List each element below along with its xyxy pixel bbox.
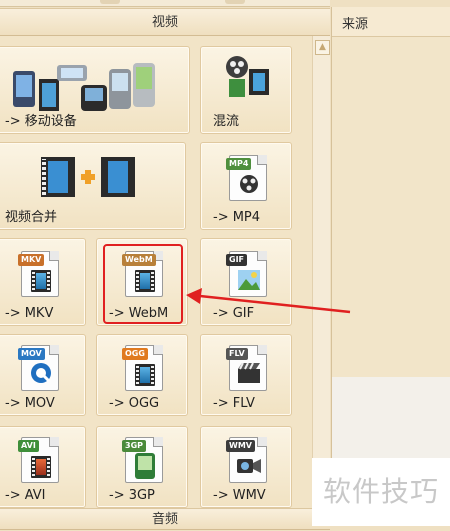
tile-avi[interactable]: AVI -> AVI: [0, 426, 86, 508]
file-icon: MKV: [18, 251, 59, 297]
format-badge: MKV: [18, 254, 45, 266]
tile-label: -> MKV: [5, 306, 54, 321]
toolbar-tab[interactable]: [225, 0, 245, 4]
file-icon: MP4: [226, 155, 267, 201]
file-icon: AVI: [18, 437, 59, 483]
tile-label: -> MP4: [213, 210, 261, 225]
scroll-up-icon[interactable]: ▲: [315, 40, 330, 55]
tile-ogg[interactable]: OGG -> OGG: [96, 334, 188, 416]
tile-label: -> AVI: [5, 488, 46, 503]
format-badge: MP4: [226, 158, 252, 170]
file-icon: GIF: [226, 251, 267, 297]
format-badge: 3GP: [122, 440, 146, 452]
film-plus-icon: [41, 157, 135, 197]
file-icon: FLV: [226, 345, 267, 391]
tile-label: -> 移动设备: [5, 114, 77, 129]
tile-mov[interactable]: MOV -> MOV: [0, 334, 86, 416]
format-badge: OGG: [122, 348, 148, 360]
tile-label: -> OGG: [109, 396, 160, 411]
audio-section-header[interactable]: 音频: [0, 508, 330, 530]
tile-wmv[interactable]: WMV -> WMV: [200, 426, 292, 508]
tile-label: -> GIF: [213, 306, 255, 321]
file-icon: 3GP: [122, 437, 163, 483]
tile-3gp[interactable]: 3GP -> 3GP: [96, 426, 188, 508]
film-reel-icon: [226, 56, 269, 97]
video-section-header[interactable]: 视频: [0, 8, 330, 36]
top-toolbar-strip: [0, 0, 330, 7]
tile-mkv[interactable]: MKV -> MKV: [0, 238, 86, 326]
file-icon: WMV: [226, 437, 267, 483]
tile-flv[interactable]: FLV -> FLV: [200, 334, 292, 416]
toolbar-tab[interactable]: [100, 0, 120, 4]
highlight-box-webm: [103, 244, 183, 324]
format-badge: WMV: [226, 440, 255, 452]
vertical-scrollbar[interactable]: ▲: [312, 36, 330, 512]
phone-icon: [13, 63, 155, 111]
format-badge: FLV: [226, 348, 248, 360]
file-icon: OGG: [122, 345, 163, 391]
tile-mobile-devices[interactable]: -> 移动设备: [0, 46, 190, 134]
format-badge: GIF: [226, 254, 248, 266]
tile-mux[interactable]: 混流: [200, 46, 292, 134]
source-panel: 来源: [331, 7, 450, 526]
tile-video-merge[interactable]: 视频合并: [0, 142, 186, 230]
tile-gif[interactable]: GIF -> GIF: [200, 238, 292, 326]
format-badge: MOV: [18, 348, 45, 360]
tile-mp4[interactable]: MP4 -> MP4: [200, 142, 292, 230]
watermark: 软件技巧: [312, 458, 450, 526]
file-icon: MOV: [18, 345, 59, 391]
tile-label: -> WMV: [213, 488, 266, 503]
tile-label: -> MOV: [5, 396, 55, 411]
tile-label: 视频合并: [5, 210, 58, 225]
format-badge: AVI: [18, 440, 39, 452]
tile-label: -> 3GP: [109, 488, 155, 503]
tile-label: -> FLV: [213, 396, 255, 411]
tile-label: 混流: [213, 114, 240, 129]
source-panel-title: 来源: [332, 7, 450, 37]
